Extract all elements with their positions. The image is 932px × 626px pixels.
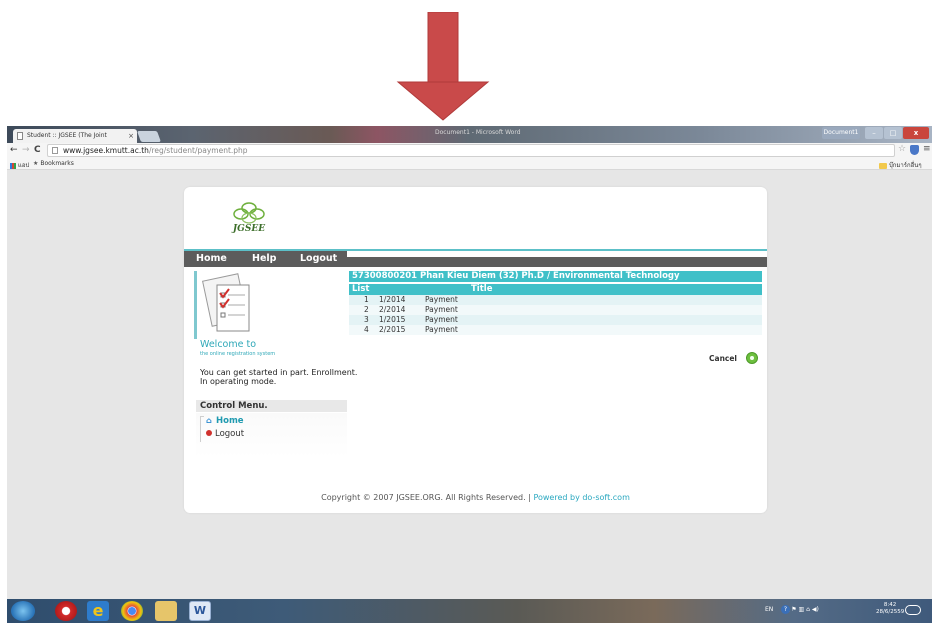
status-message: You can get started in part. Enrollment.… — [200, 368, 358, 386]
opera-icon[interactable] — [55, 601, 77, 621]
browser-tab-student[interactable]: Student :: JGSEE (The Joint × — [13, 129, 137, 143]
document-checklist-icon — [202, 273, 250, 332]
row-title: Payment — [425, 325, 458, 334]
row-term: 2/2015 — [379, 325, 406, 334]
reload-icon[interactable]: C — [34, 144, 41, 156]
bookmark-star-icon[interactable]: ☆ — [898, 144, 906, 154]
address-bar[interactable]: www.jgsee.kmutt.ac.th/reg/student/paymen… — [47, 144, 895, 157]
red-down-arrow-annotation — [396, 12, 490, 121]
new-tab-button[interactable] — [136, 131, 162, 142]
page-icon — [52, 147, 58, 154]
help-icon[interactable]: ? — [781, 605, 790, 614]
page-icon — [17, 132, 23, 140]
page-footer: Copyright © 2007 JGSEE.ORG. All Rights R… — [184, 493, 767, 503]
file-explorer-icon[interactable] — [155, 601, 177, 621]
clock-time: 8:42 — [883, 602, 897, 608]
nav-logout-link[interactable]: Logout — [300, 253, 337, 265]
logo-text: JGSEE — [231, 224, 265, 234]
control-menu-logout[interactable]: Logout — [206, 429, 244, 439]
green-go-icon — [746, 352, 758, 364]
control-menu-list: ⌂ Home Logout — [196, 413, 347, 458]
menu-tree-line — [200, 416, 204, 442]
powered-by-link[interactable]: Powered by do-soft.com — [533, 493, 629, 502]
row-number: 1 — [364, 295, 369, 304]
welcome-heading: Welcome to — [200, 339, 257, 350]
tab-close-icon[interactable]: × — [128, 129, 134, 143]
clock-date: 28/6/2559 — [876, 609, 905, 615]
browser-toolbar: ← → C www.jgsee.kmutt.ac.th/reg/student/… — [7, 143, 932, 158]
star-icon: ★ — [33, 160, 39, 167]
row-term: 1/2014 — [379, 295, 406, 304]
column-header-title: Title — [471, 284, 493, 294]
browser-menu-icon[interactable]: ≡ — [923, 144, 931, 154]
bookmarks-bar: แอป ★ Bookmarks บุ๊กมาร์กอื่นๆ — [7, 158, 932, 170]
row-term: 1/2015 — [379, 315, 406, 324]
cancel-button[interactable]: Cancel — [709, 352, 759, 364]
windows-taskbar: e W EN ▲ ⚑ ▥ ⌂ ◀) ? 8:42 28/6/2559 — [7, 599, 932, 623]
row-title: Payment — [425, 295, 458, 304]
table-row[interactable]: 1 1/2014 Payment — [349, 295, 762, 305]
other-bookmarks-label: บุ๊กมาร์กอื่นๆ — [889, 162, 922, 169]
browser-window: Student :: JGSEE (The Joint × Document1 … — [7, 126, 932, 599]
nav-home-link[interactable]: Home — [196, 253, 227, 265]
apps-shortcut[interactable]: แอป — [10, 160, 29, 170]
stop-icon — [206, 430, 212, 436]
bookmarks-folder[interactable]: ★ Bookmarks — [33, 160, 74, 167]
table-row[interactable]: 3 1/2015 Payment — [349, 315, 762, 325]
other-bookmarks-folder[interactable]: บุ๊กมาร์กอื่นๆ — [879, 160, 922, 170]
extension-shield-icon[interactable] — [910, 145, 919, 155]
url-host: www.jgsee.kmutt.ac.th — [63, 146, 149, 155]
bookmarks-label: Bookmarks — [40, 160, 74, 167]
chrome-icon[interactable] — [121, 601, 143, 621]
folder-icon — [879, 162, 887, 169]
url-path: /reg/student/payment.php — [148, 146, 248, 155]
top-nav-bar: Home Help Logout — [184, 251, 767, 267]
language-label: EN — [765, 606, 774, 613]
internet-explorer-icon[interactable]: e — [87, 601, 109, 621]
apps-grid-icon — [10, 162, 16, 169]
home-icon: ⌂ — [206, 416, 212, 425]
control-menu-logout-label: Logout — [215, 429, 245, 439]
table-row[interactable]: 2 2/2014 Payment — [349, 305, 762, 315]
payment-table-header: List Title — [349, 284, 762, 295]
word-icon[interactable]: W — [189, 601, 211, 621]
apps-label: แอป — [18, 162, 30, 169]
jgsee-logo: JGSEE — [231, 202, 265, 234]
nav-bar-notch — [347, 251, 767, 257]
row-number: 4 — [364, 325, 369, 334]
control-menu-title: Control Menu. — [196, 400, 347, 412]
close-window-button[interactable]: x — [903, 127, 929, 139]
page-card: JGSEE Home Help Logout Welcome to the on… — [184, 187, 767, 513]
copyright-text: Copyright © 2007 JGSEE.ORG. All Rights R… — [321, 493, 534, 502]
row-title: Payment — [425, 315, 458, 324]
row-term: 2/2014 — [379, 305, 406, 314]
row-number: 3 — [364, 315, 369, 324]
column-header-list: List — [352, 284, 370, 294]
control-menu-home[interactable]: ⌂ Home — [206, 416, 244, 426]
tab-strip: Student :: JGSEE (The Joint × Document1 … — [7, 126, 932, 143]
cancel-label: Cancel — [709, 354, 738, 363]
tab-title: Student :: JGSEE (The Joint — [27, 132, 107, 139]
screenshot-stage: Student :: JGSEE (The Joint × Document1 … — [0, 0, 932, 626]
row-number: 2 — [364, 305, 369, 314]
tray-language[interactable]: EN ▲ ⚑ ▥ ⌂ ◀) — [765, 606, 819, 613]
forward-arrow-icon[interactable]: → — [22, 144, 30, 156]
maximize-button[interactable]: □ — [884, 127, 902, 139]
row-title: Payment — [425, 305, 458, 314]
system-clock[interactable]: 8:42 28/6/2559 — [876, 602, 904, 616]
welcome-subtitle: the online registration system — [200, 351, 276, 357]
back-arrow-icon[interactable]: ← — [10, 144, 18, 156]
cloud-icon[interactable] — [905, 605, 921, 615]
table-row[interactable]: 4 2/2015 Payment — [349, 325, 762, 335]
profile-button[interactable]: Document1 — [822, 127, 860, 139]
background-window-title: Document1 - Microsoft Word — [435, 129, 521, 136]
start-button-icon[interactable] — [11, 601, 35, 621]
student-info-header: 57300800201 Phan Kieu Diem (32) Ph.D / E… — [349, 271, 762, 282]
control-menu-home-label: Home — [216, 416, 244, 426]
nav-help-link[interactable]: Help — [252, 253, 276, 265]
minimize-button[interactable]: – — [865, 127, 883, 139]
